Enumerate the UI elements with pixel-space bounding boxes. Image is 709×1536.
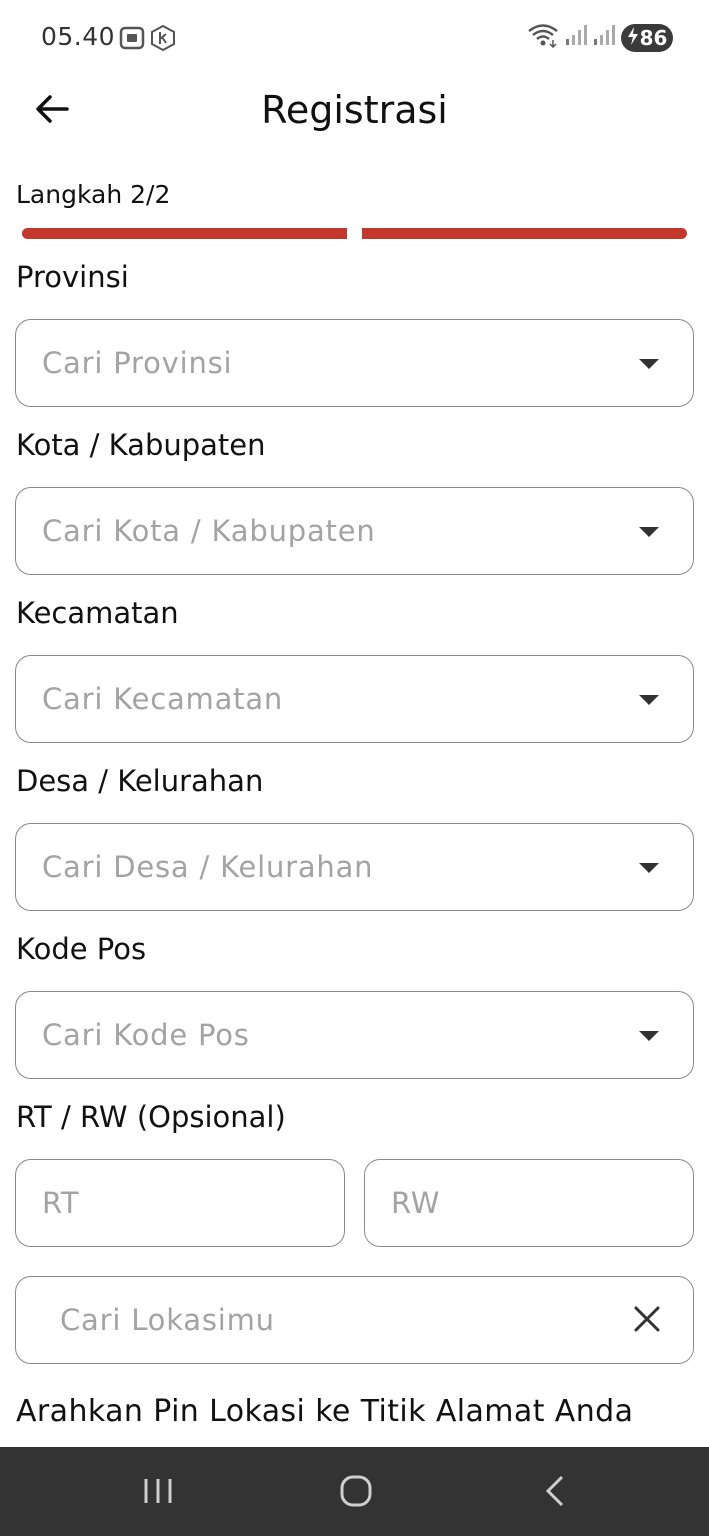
kota-dropdown[interactable]: Cari Kota / Kabupaten xyxy=(15,487,694,575)
provinsi-dropdown[interactable]: Cari Provinsi xyxy=(15,319,694,407)
signal-icon xyxy=(565,24,587,51)
kode-pos-placeholder: Cari Kode Pos xyxy=(42,1018,250,1052)
status-indicators: 86 xyxy=(527,22,673,53)
caret-down-icon xyxy=(639,863,659,873)
system-back-button[interactable] xyxy=(525,1473,585,1513)
provinsi-placeholder: Cari Provinsi xyxy=(42,346,233,380)
kota-label: Kota / Kabupaten xyxy=(16,428,266,462)
caret-down-icon xyxy=(639,527,659,537)
kode-pos-dropdown[interactable]: Cari Kode Pos xyxy=(15,991,694,1079)
battery-indicator: 86 xyxy=(621,23,673,52)
desa-placeholder: Cari Desa / Kelurahan xyxy=(42,850,374,884)
rt-input[interactable]: RT xyxy=(15,1159,345,1247)
progress-segment-1 xyxy=(22,228,347,239)
map-pin-hint: Arahkan Pin Lokasi ke Titik Alamat Anda xyxy=(16,1394,634,1429)
rt-placeholder: RT xyxy=(42,1186,80,1220)
kecamatan-placeholder: Cari Kecamatan xyxy=(42,682,284,716)
kecamatan-dropdown[interactable]: Cari Kecamatan xyxy=(15,655,694,743)
caret-down-icon xyxy=(639,359,659,369)
location-search-input[interactable]: Cari Lokasimu xyxy=(15,1276,694,1364)
location-search-placeholder: Cari Lokasimu xyxy=(60,1303,275,1337)
recents-button[interactable] xyxy=(128,1473,188,1513)
step-label: Langkah 2/2 xyxy=(16,180,171,209)
rt-rw-label: RT / RW (Opsional) xyxy=(16,1100,286,1134)
caret-down-icon xyxy=(639,695,659,705)
close-icon xyxy=(633,1305,661,1338)
signal-icon xyxy=(593,24,615,51)
kode-pos-label: Kode Pos xyxy=(16,932,147,966)
kota-placeholder: Cari Kota / Kabupaten xyxy=(42,514,376,548)
rw-input[interactable]: RW xyxy=(364,1159,694,1247)
recents-icon xyxy=(142,1476,174,1511)
caret-down-icon xyxy=(639,1031,659,1041)
status-bar: 05.40 86 xyxy=(0,0,709,74)
app-bar: Registrasi xyxy=(0,74,709,148)
k-app-icon xyxy=(150,24,176,57)
desa-label: Desa / Kelurahan xyxy=(16,764,264,798)
page-title: Registrasi xyxy=(261,88,448,132)
status-time: 05.40 xyxy=(41,22,116,51)
home-button[interactable] xyxy=(326,1473,386,1513)
system-nav-bar xyxy=(0,1447,709,1536)
screenshot-icon xyxy=(119,26,145,55)
step-progress xyxy=(22,228,688,240)
home-icon xyxy=(339,1474,373,1513)
desa-dropdown[interactable]: Cari Desa / Kelurahan xyxy=(15,823,694,911)
progress-segment-2 xyxy=(362,228,687,239)
rw-placeholder: RW xyxy=(391,1186,441,1220)
clear-search-button[interactable] xyxy=(627,1301,667,1341)
kecamatan-label: Kecamatan xyxy=(16,596,179,630)
provinsi-label: Provinsi xyxy=(16,260,129,294)
battery-charging-icon xyxy=(627,26,639,50)
battery-level: 86 xyxy=(639,25,668,50)
wifi-icon xyxy=(527,22,559,53)
chevron-left-icon xyxy=(542,1474,568,1513)
